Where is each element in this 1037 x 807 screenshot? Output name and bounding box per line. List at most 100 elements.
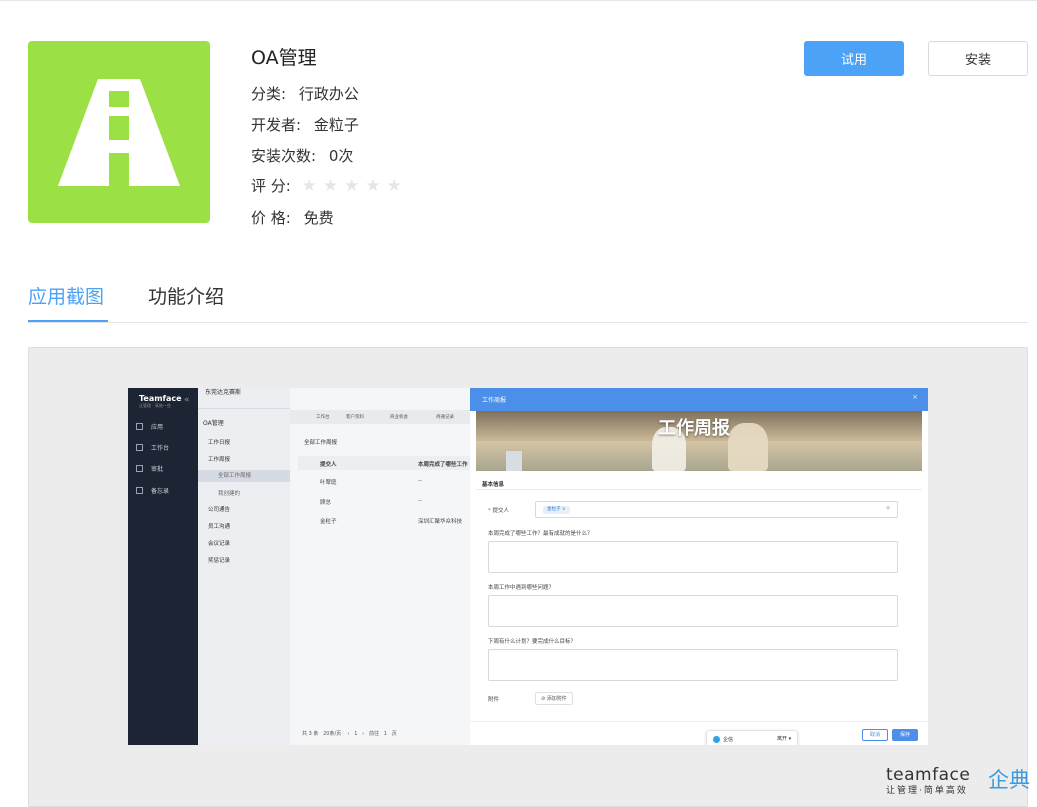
nav-item: 审批	[136, 464, 163, 473]
module-title: OA管理	[203, 420, 224, 427]
try-button[interactable]: 试用	[804, 41, 904, 76]
banner-figure	[728, 423, 768, 471]
submitter-label-text: 提交人	[492, 508, 510, 514]
chat-status: 离开 ▾	[777, 736, 792, 742]
question-3-label: 下周有什么计划？要完成什么目标？	[488, 639, 577, 645]
menu-item: 工作周报	[208, 457, 231, 463]
watermark-slogan: 让管理·简单高效	[886, 786, 968, 796]
inner-tab: 客户资料	[346, 415, 364, 420]
question-2-label: 本周工作中遇到哪些问题？	[488, 585, 555, 591]
nav-label: 工作台	[151, 445, 170, 452]
table-row: 金粒子	[320, 519, 337, 525]
install-button[interactable]: 安装	[928, 41, 1028, 76]
top-divider	[0, 0, 1037, 1]
installs-row: 安装次数: 0次	[251, 146, 353, 166]
plus-icon: +	[885, 504, 891, 512]
rating-stars[interactable]: ★ ★ ★ ★ ★	[302, 176, 408, 196]
banner-building	[506, 451, 522, 471]
modal-save-button: 保存	[892, 729, 918, 741]
screenshot-brand: Teamface	[139, 394, 182, 403]
inner-tab: 商业机会	[390, 415, 408, 420]
menu-item: 会议记录	[208, 541, 231, 547]
star-icon[interactable]: ★	[302, 176, 317, 196]
modal-title: 工作周报	[482, 397, 507, 404]
table-row: 叶翠庭	[320, 480, 337, 486]
installs-value: 0次	[328, 147, 354, 165]
question-1-label: 本周完成了哪些工作？最有成就的是什么？	[488, 531, 593, 537]
col-submitter: 提交人	[320, 462, 337, 468]
star-icon[interactable]: ★	[365, 176, 380, 196]
rating-row: 评 分: ★ ★ ★ ★ ★	[251, 176, 408, 196]
menu-item-active: 全部工作周报	[198, 470, 290, 482]
screenshot-sidebar: Teamface 让管理 · 高效一些 « 应用 工作台 审批 备忘录	[128, 388, 198, 745]
col-question: 本周完成了哪些工作	[418, 462, 468, 468]
attachment-label: 附件	[488, 697, 500, 703]
rating-label: 评 分:	[251, 177, 291, 195]
chat-name: 企信	[723, 737, 734, 743]
watermark: teamface 企典 让管理·简单高效	[886, 765, 1030, 796]
inner-tab: 待通记录	[436, 415, 454, 420]
star-icon[interactable]: ★	[323, 176, 338, 196]
modal-header: 工作周报 ×	[470, 388, 928, 411]
tab-screenshots[interactable]: 应用截图	[28, 282, 104, 309]
app-title: OA管理	[251, 47, 317, 69]
installs-label: 安装次数:	[251, 147, 317, 165]
table-row: 顾总	[320, 500, 332, 506]
question-2-textarea	[488, 595, 898, 627]
app-icon-small	[136, 423, 143, 430]
category-row: 分类: 行政办公	[251, 84, 359, 104]
menu-item: 奖惩记录	[208, 558, 231, 564]
section-divider	[476, 489, 922, 490]
question-3-textarea	[488, 649, 898, 681]
table-cell: 深圳汇聚华众科技	[418, 519, 463, 525]
category-value: 行政办公	[298, 85, 359, 103]
menu-item: 公司通告	[208, 507, 231, 513]
price-label: 价 格:	[251, 209, 291, 227]
banner-title: 工作周报	[658, 418, 730, 439]
table-cell: --	[418, 498, 422, 504]
menu-item: 员工沟通	[208, 524, 231, 530]
price-row: 价 格: 免费	[251, 208, 334, 228]
menu-item: 工作日报	[208, 440, 231, 446]
watermark-cn: 企典	[988, 768, 1030, 792]
modal-cancel-button: 取消	[862, 729, 888, 741]
modal-banner: 工作周报	[476, 411, 922, 471]
star-icon[interactable]: ★	[344, 176, 359, 196]
screenshot-brand-sub: 让管理 · 高效一些	[139, 403, 171, 408]
table-cell: --	[418, 478, 422, 484]
chat-icon	[713, 736, 720, 743]
menu-item: 我创建的	[218, 491, 241, 497]
list-title: 全部工作周报	[304, 440, 338, 446]
tab-features[interactable]: 功能介绍	[148, 282, 224, 309]
approve-icon	[136, 465, 143, 472]
submitter-field: 金粒子 × +	[535, 501, 898, 518]
question-1-textarea	[488, 541, 898, 573]
modal-footer-divider	[470, 721, 928, 722]
tabs-divider	[28, 322, 1028, 323]
pager: 共 3 条 20条/页 ‹ 1 › 前往 1 页	[302, 731, 397, 737]
app-icon	[28, 41, 210, 223]
nav-label: 审批	[151, 466, 164, 473]
nav-item: 工作台	[136, 443, 169, 452]
inner-tab: 工作台	[316, 415, 330, 420]
developer-row: 开发者: 金粒子	[251, 115, 359, 135]
app-screenshot[interactable]: Teamface 让管理 · 高效一些 « 应用 工作台 审批 备忘录 东莞达克…	[128, 388, 928, 745]
nav-label: 应用	[151, 424, 164, 431]
screenshot-menu: 东莞达克赛斯 OA管理 工作日报 工作周报 全部工作周报 我创建的 公司通告 员…	[198, 388, 290, 745]
nav-label: 备忘录	[151, 488, 170, 495]
submitter-tag: 金粒子 ×	[543, 506, 570, 514]
weekly-report-modal: 工作周报 × 工作周报 基本信息 * 提交人 金粒子 × + 本周完成了哪些工作…	[470, 388, 928, 745]
nav-item: 应用	[136, 422, 163, 431]
chat-widget: 企信 离开 ▾	[706, 730, 798, 745]
section-title: 基本信息	[482, 482, 505, 488]
memo-icon	[136, 487, 143, 494]
add-attachment-button: ⊘ 添加附件	[535, 692, 573, 705]
price-value: 免费	[303, 209, 334, 227]
desk-icon	[136, 444, 143, 451]
star-icon[interactable]: ★	[387, 176, 402, 196]
developer-label: 开发者:	[251, 116, 302, 134]
company-name: 东莞达克赛斯	[205, 389, 242, 396]
collapse-icon: «	[184, 395, 190, 405]
category-label: 分类:	[251, 85, 287, 103]
screenshot-list: 工作台 客户资料 商业机会 待通记录 全部工作周报 提交人 本周完成了哪些工作 …	[290, 388, 470, 745]
